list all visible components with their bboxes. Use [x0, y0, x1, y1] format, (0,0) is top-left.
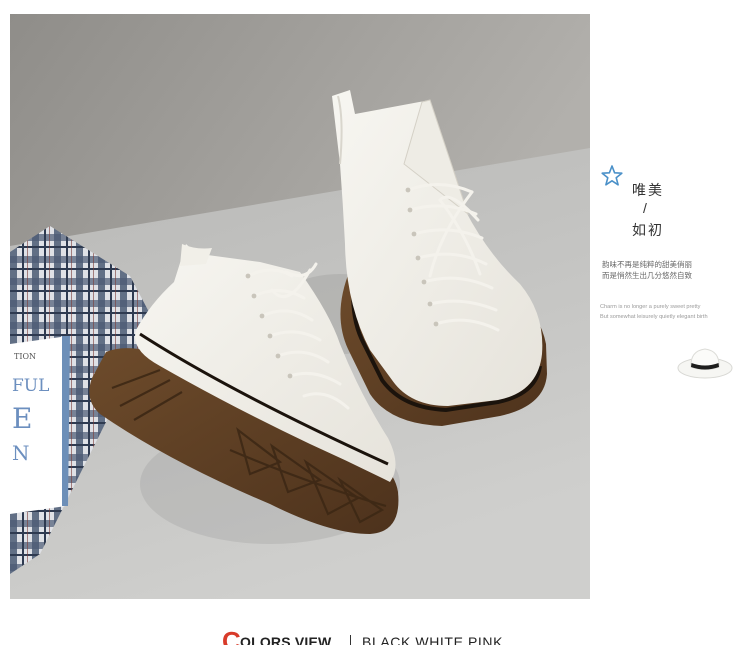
- caption-cn-line-1: 韵味不再是纯粹的甜美俏丽: [602, 260, 692, 269]
- colors-first-letter: C: [222, 626, 241, 645]
- book-text-4: N: [12, 441, 30, 465]
- product-photo: TION FUL E N: [10, 14, 590, 599]
- caption-en-line-1: Charm is no longer a purely sweet pretty: [600, 304, 701, 310]
- caption-title-2: 如初: [632, 222, 664, 238]
- caption-title-1: 唯美: [632, 182, 664, 198]
- book-text-2: FUL: [12, 376, 49, 396]
- caption-cn-line-2: 而是悄然生出几分悠然自致: [602, 271, 692, 280]
- colors-view-bar: C OLORS VIEW BLACK WHITE PINK: [0, 620, 750, 645]
- caption-slash: /: [643, 200, 647, 216]
- hat-icon: [677, 348, 733, 379]
- colors-separator: [350, 635, 351, 645]
- colors-list: BLACK WHITE PINK: [362, 634, 504, 645]
- star-icon: [601, 165, 623, 186]
- book-text-3: E: [12, 402, 32, 435]
- book-text-1: TION: [14, 352, 36, 361]
- colors-view-title: OLORS VIEW: [240, 634, 332, 645]
- caption-en-line-2: But somewhat leisurely quietly elegant b…: [600, 314, 708, 320]
